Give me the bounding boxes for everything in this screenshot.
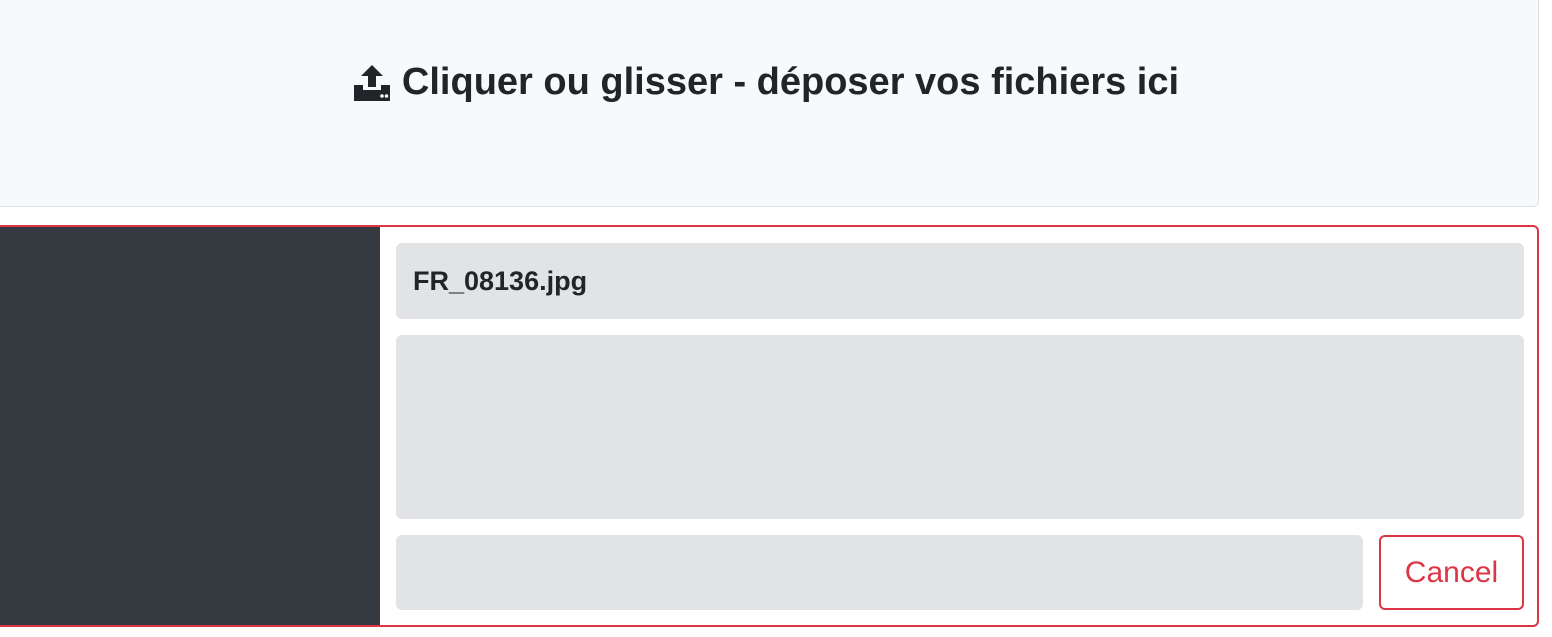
cancel-button[interactable]: Cancel xyxy=(1379,535,1524,610)
file-name: FR_08136.jpg xyxy=(396,243,1524,319)
dropzone-label-row: Cliquer ou glisser - déposer vos fichier… xyxy=(0,61,1538,104)
file-info-placeholder xyxy=(396,335,1524,519)
file-thumbnail xyxy=(0,227,380,625)
upload-progress-bar xyxy=(396,535,1363,610)
upload-icon xyxy=(352,63,392,103)
dropzone-text: Cliquer ou glisser - déposer vos fichier… xyxy=(401,61,1180,103)
file-upload-card: FR_08136.jpg Cancel xyxy=(0,225,1539,627)
file-dropzone[interactable]: Cliquer ou glisser - déposer vos fichier… xyxy=(0,0,1539,207)
